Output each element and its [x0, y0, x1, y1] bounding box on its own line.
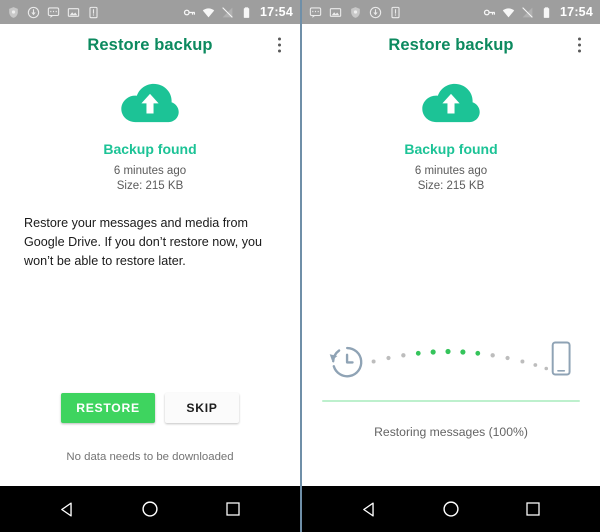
- recents-button[interactable]: [216, 492, 250, 526]
- image-icon: [67, 7, 80, 17]
- backup-status-label: Backup found: [404, 141, 498, 157]
- progress-bar: [322, 400, 580, 402]
- recents-button[interactable]: [516, 492, 550, 526]
- status-bar-notification-icons-left: [7, 6, 183, 19]
- overflow-menu-button[interactable]: [273, 34, 286, 57]
- phone-screen-right: 17:54 Restore backup Backup found 6 minu…: [300, 0, 600, 532]
- home-circle-icon: [443, 501, 459, 517]
- page-title: Restore backup: [388, 35, 514, 54]
- skip-button[interactable]: SKIP: [165, 393, 239, 423]
- shield-icon: [351, 6, 360, 18]
- back-triangle-icon: [60, 501, 72, 517]
- dual-screenshot: 17:54 Restore backup Backup found 6 minu…: [0, 0, 600, 532]
- back-button[interactable]: [352, 492, 386, 526]
- sim-card-icon: [89, 6, 98, 18]
- status-bar-clock: 17:54: [560, 5, 593, 19]
- status-bar-system-icons-left: 17:54: [183, 5, 293, 19]
- recents-square-icon: [226, 502, 240, 516]
- backup-size: Size: 215 KB: [116, 180, 184, 192]
- back-button[interactable]: [50, 492, 84, 526]
- menu-dot: [278, 49, 281, 53]
- action-buttons: RESTORE SKIP: [0, 393, 300, 423]
- phone-screen-left: 17:54 Restore backup Backup found 6 minu…: [0, 0, 300, 532]
- signal-off-icon: [222, 6, 233, 18]
- backup-status-label: Backup found: [103, 141, 197, 157]
- backup-time-ago: 6 minutes ago: [113, 165, 187, 177]
- content-right: Backup found 6 minutes ago Size: 215 KB: [302, 66, 600, 486]
- vpn-key-icon: [183, 9, 196, 15]
- menu-dot: [578, 43, 581, 47]
- transfer-dots: [371, 348, 549, 371]
- menu-dot: [278, 37, 281, 41]
- download-footnote: No data needs to be downloaded: [66, 451, 234, 463]
- back-triangle-icon: [362, 501, 374, 517]
- restore-description: Restore your messages and media from Goo…: [24, 216, 263, 268]
- menu-dot: [278, 43, 281, 47]
- nav-bar-right: [302, 486, 600, 532]
- home-circle-icon: [142, 501, 158, 517]
- menu-dot: [578, 49, 581, 53]
- signal-off-icon: [522, 6, 533, 18]
- battery-icon: [243, 6, 250, 18]
- home-button[interactable]: [133, 492, 167, 526]
- status-bar-system-icons-right: 17:54: [483, 5, 593, 19]
- cloud-upload-icon: [420, 80, 482, 124]
- chat-icon: [309, 6, 322, 18]
- phone-icon: [551, 341, 571, 376]
- restore-progress-block: Restoring messages (100%): [302, 334, 600, 439]
- battery-icon: [543, 6, 550, 18]
- app-bar-left: Restore backup: [0, 24, 300, 66]
- transfer-illustration: [324, 334, 578, 384]
- nav-bar-left: [0, 486, 300, 532]
- vpn-key-icon: [483, 9, 496, 15]
- home-button[interactable]: [434, 492, 468, 526]
- status-bar-clock: 17:54: [260, 5, 293, 19]
- status-bar-left: 17:54: [0, 0, 300, 24]
- history-restore-icon: [329, 346, 363, 378]
- status-bar-right: 17:54: [302, 0, 600, 24]
- backup-meta: 6 minutes ago Size: 215 KB: [415, 164, 487, 194]
- app-bar-right: Restore backup: [302, 24, 600, 66]
- backup-time-ago: 6 minutes ago: [414, 165, 488, 177]
- wifi-icon: [202, 7, 215, 17]
- image-icon: [329, 7, 342, 17]
- sim-card-icon: [391, 6, 400, 18]
- menu-dot: [578, 37, 581, 41]
- download-circle-icon: [27, 6, 40, 18]
- recents-square-icon: [526, 502, 540, 516]
- backup-size: Size: 215 KB: [417, 180, 485, 192]
- progress-status-label: Restoring messages (100%): [374, 425, 528, 439]
- download-circle-icon: [369, 6, 382, 18]
- backup-meta: 6 minutes ago Size: 215 KB: [114, 164, 186, 194]
- status-bar-notification-icons-right: [309, 6, 483, 19]
- page-title: Restore backup: [87, 35, 213, 54]
- shield-icon: [9, 6, 18, 18]
- chat-icon: [47, 6, 60, 18]
- wifi-icon: [502, 7, 515, 17]
- restore-button[interactable]: RESTORE: [61, 393, 155, 423]
- content-left: Backup found 6 minutes ago Size: 215 KB …: [0, 66, 300, 486]
- cloud-upload-icon: [119, 80, 181, 124]
- overflow-menu-button[interactable]: [573, 34, 586, 57]
- progress-bar-fill: [322, 400, 580, 402]
